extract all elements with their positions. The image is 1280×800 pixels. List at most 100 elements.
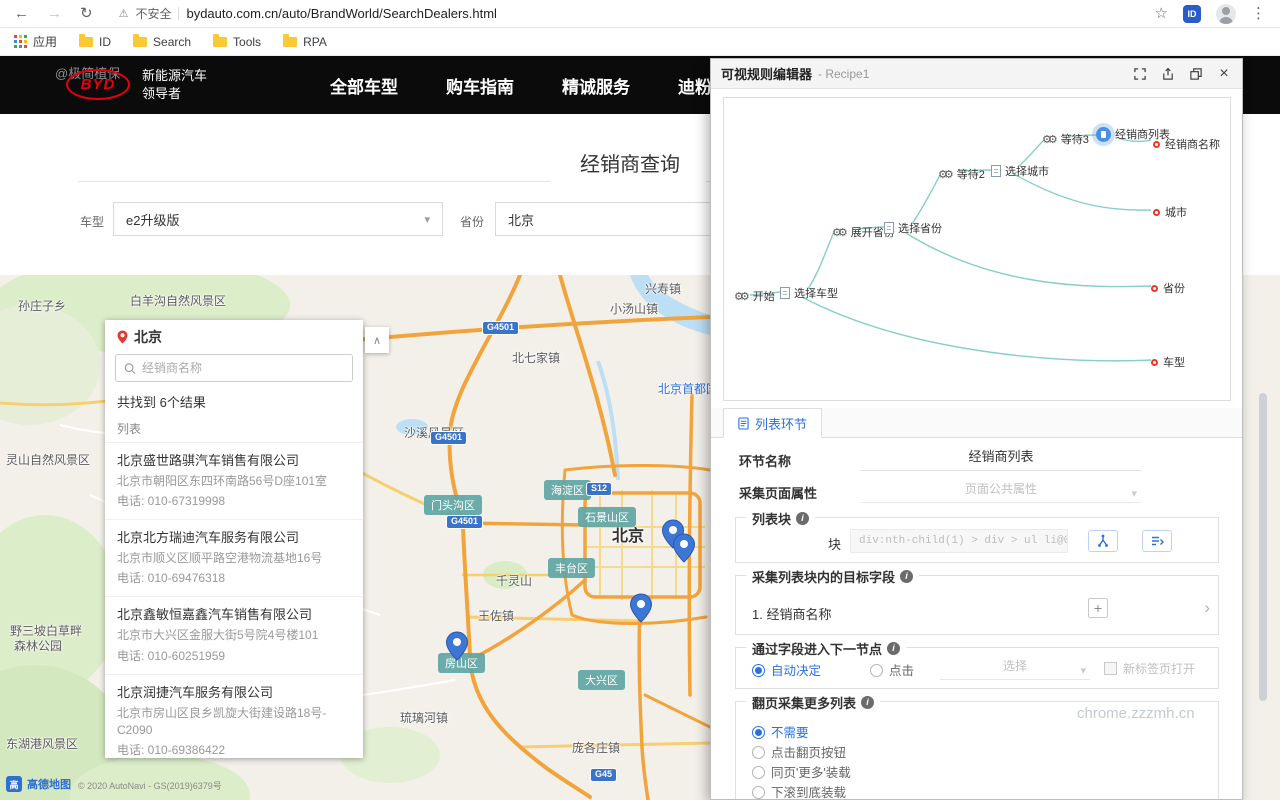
menu-kebab-icon[interactable]: ⋮ (1251, 6, 1266, 21)
map-pin[interactable] (446, 631, 468, 661)
radio-label: 同页'更多'装载 (771, 766, 851, 780)
radio-scroll-to-bottom[interactable]: 下滚到底装载 (752, 782, 846, 800)
nav-item-models[interactable]: 全部车型 (330, 73, 398, 98)
dealer-list-item[interactable]: 北京鑫敏恒嘉鑫汽车销售有限公司 北京市大兴区金服大街5号院4号楼101 电话: … (105, 596, 363, 673)
result-count: 共找到 6个结果 (105, 382, 363, 413)
info-icon[interactable]: i (796, 512, 809, 525)
list-preview-button[interactable] (1142, 530, 1172, 552)
radio-no-pagination[interactable]: 不需要 (752, 722, 809, 741)
address-bar[interactable]: ⚠ 不安全 bydauto.com.cn/auto/BrandWorld/Sea… (119, 5, 1155, 22)
tab-list-step[interactable]: 列表环节 (723, 408, 822, 438)
flow-node-select-model[interactable]: 选择车型 (780, 285, 838, 301)
bookmark-folder-rpa[interactable]: RPA (283, 35, 327, 49)
district-badge: 丰台区 (548, 558, 595, 578)
dealer-list-item[interactable]: 北京润捷汽车服务有限公司 北京市房山区良乡凯旋大街建设路18号-C2090 电话… (105, 674, 363, 758)
reload-icon[interactable]: ↻ (80, 6, 93, 21)
district-badge: 石景山区 (578, 507, 636, 527)
url-text[interactable]: bydauto.com.cn/auto/BrandWorld/SearchDea… (186, 6, 496, 21)
title-divider (78, 181, 550, 182)
field-dot-icon (1151, 359, 1158, 366)
field-dot-icon (1151, 285, 1158, 292)
radio-label: 不需要 (771, 726, 809, 740)
info-icon[interactable]: i (861, 696, 874, 709)
duplicate-icon[interactable] (1188, 66, 1204, 82)
add-field-button[interactable]: + (1088, 598, 1108, 618)
bookmark-star-icon[interactable]: ☆ (1155, 6, 1168, 21)
close-icon[interactable]: × (1216, 66, 1232, 82)
section-title: 通过字段进入下一节点 (752, 639, 882, 658)
back-icon[interactable]: ← (14, 6, 29, 21)
dealer-phone: 电话: 010-69386422 (117, 741, 351, 758)
district-badge: 大兴区 (578, 670, 625, 690)
road-shield: G4501 (446, 515, 483, 529)
dealer-name: 北京北方瑞迪汽车服务有限公司 (117, 529, 351, 548)
fullscreen-icon[interactable] (1132, 66, 1148, 82)
radio-click[interactable]: 点击 (870, 660, 914, 679)
flow-node-start[interactable]: ⚙⚙开始 (734, 288, 775, 304)
flow-leaf-label: 经销商名称 (1165, 136, 1220, 152)
panel-collapse-button[interactable]: ∧ (365, 327, 389, 353)
extension-id-icon[interactable]: ID (1183, 5, 1201, 23)
apps-grid-icon (14, 35, 27, 48)
section-title: 翻页采集更多列表 (752, 693, 856, 712)
profile-avatar[interactable] (1216, 4, 1236, 24)
page-attr-value: 页面公共属性 (965, 482, 1037, 496)
dealer-list-item[interactable]: 北京北方瑞迪汽车服务有限公司 北京市顺义区顺平路空港物流基地16号 电话: 01… (105, 519, 363, 596)
action-gears-icon: ⚙⚙ (938, 168, 950, 181)
flow-leaf-label: 城市 (1165, 204, 1187, 220)
road-shield: G4501 (482, 321, 519, 335)
radio-label: 自动决定 (771, 664, 821, 678)
chevron-right-icon[interactable]: › (1204, 598, 1210, 618)
byd-logo[interactable]: BYD (66, 69, 130, 100)
model-select[interactable]: e2升级版 ▾ (113, 202, 443, 236)
map-pin[interactable] (673, 533, 695, 563)
bookmark-folder-id[interactable]: ID (79, 35, 111, 49)
map-label: 灵山自然风景区 (6, 451, 90, 468)
dealer-phone: 电话: 010-69476318 (117, 569, 351, 586)
info-icon[interactable]: i (900, 570, 913, 583)
radio-click-next-page[interactable]: 点击翻页按钮 (752, 742, 846, 761)
new-tab-checkbox[interactable]: 新标签页打开 (1104, 660, 1195, 677)
bookmark-folder-tools[interactable]: Tools (213, 35, 261, 49)
bookmark-folder-search[interactable]: Search (133, 35, 191, 49)
location-pin-icon (117, 330, 128, 344)
page-attr-select[interactable]: 页面公共属性 ▾ (861, 477, 1141, 503)
flow-leaf-city[interactable]: 城市 (1153, 204, 1187, 220)
flow-node-wait2[interactable]: ⚙⚙ 等待2 (938, 166, 985, 182)
dealer-search-input[interactable] (142, 361, 344, 375)
radio-auto-decide[interactable]: 自动决定 (752, 660, 821, 679)
dealer-address: 北京市朝阳区东四环南路56号D座101室 (117, 473, 351, 490)
bookmark-label: Tools (233, 35, 261, 49)
apps-shortcut[interactable]: 应用 (14, 33, 57, 50)
block-selector-input[interactable]: div:nth-child(1) > div > ul li@0 (850, 529, 1068, 553)
nav-item-buying-guide[interactable]: 购车指南 (446, 73, 514, 98)
map-pin[interactable] (630, 593, 652, 623)
dealer-phone: 电话: 010-67319998 (117, 492, 351, 509)
export-icon[interactable] (1160, 66, 1176, 82)
flow-leaf-province[interactable]: 省份 (1151, 280, 1185, 296)
chevron-down-icon: ▾ (1131, 482, 1137, 506)
nav-item-service[interactable]: 精诚服务 (562, 73, 630, 98)
dealer-list-item[interactable]: 北京盛世路骐汽车销售有限公司 北京市朝阳区东四环南路56号D座101室 电话: … (105, 442, 363, 519)
flow-node-label: 等待2 (957, 166, 985, 182)
next-node-select[interactable]: 选择 ▾ (940, 654, 1090, 680)
scrollbar-thumb[interactable] (1259, 393, 1267, 701)
bookmark-label: Search (153, 35, 191, 49)
pick-element-button[interactable] (1088, 530, 1118, 552)
target-field-item[interactable]: 1. 经销商名称 (752, 604, 831, 623)
forward-icon[interactable]: → (47, 6, 62, 21)
flow-node-wait3[interactable]: ⚙⚙等待3 (1042, 131, 1089, 147)
flow-node-select-province[interactable]: 选择省份 (884, 220, 942, 236)
flow-leaf-dealer-name[interactable]: 经销商名称 (1153, 136, 1220, 152)
flow-canvas[interactable]: ⚙⚙开始 选择车型 ⚙⚙展开省份 选择省份 ⚙⚙等待2 选择城市 ⚙⚙等待3 经… (723, 97, 1231, 401)
flow-node-select-city[interactable]: 选择城市 (991, 163, 1049, 179)
radio-load-more[interactable]: 同页'更多'装载 (752, 762, 851, 781)
flow-leaf-model[interactable]: 车型 (1151, 354, 1185, 370)
step-name-input[interactable]: 经销商列表 (861, 445, 1141, 471)
info-icon[interactable]: i (887, 642, 900, 655)
map-label: 王佐镇 (478, 607, 514, 624)
dealer-name: 北京盛世路骐汽车销售有限公司 (117, 452, 351, 471)
chevron-down-icon: ▾ (1080, 659, 1086, 683)
section-target-fields: 采集列表块内的目标字段i 1. 经销商名称 + › (735, 575, 1219, 635)
selected-node-icon (1096, 127, 1111, 142)
